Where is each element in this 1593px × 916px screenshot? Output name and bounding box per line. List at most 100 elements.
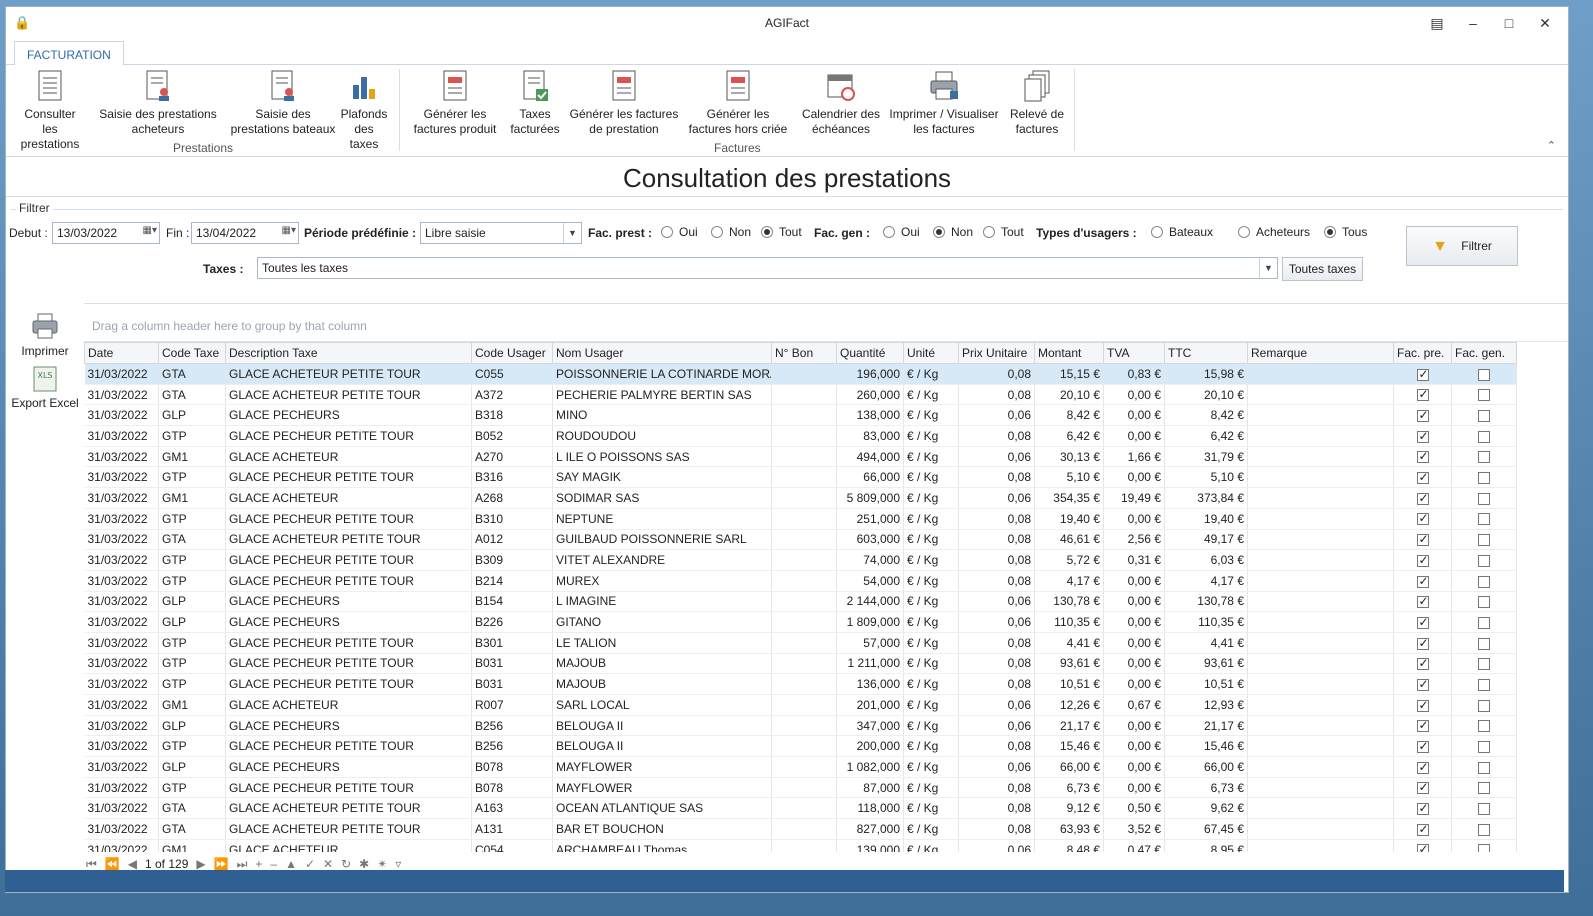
fac-pre-cell[interactable] <box>1393 549 1452 571</box>
tab-facturation[interactable]: FACTURATION <box>14 41 124 66</box>
table-cell[interactable]: 5 809,000 <box>836 487 904 509</box>
table-cell[interactable]: 4,17 € <box>1034 570 1104 592</box>
table-cell[interactable]: A012 <box>471 529 553 551</box>
fac-gen-cell[interactable] <box>1451 508 1517 530</box>
fac-pre-cell[interactable] <box>1393 715 1452 737</box>
table-cell[interactable]: L ILE O POISSONS SAS <box>552 446 772 468</box>
table-cell[interactable] <box>1247 446 1394 468</box>
table-cell[interactable]: € / Kg <box>903 735 959 758</box>
table-cell[interactable]: 0,00 € <box>1103 632 1165 654</box>
checkbox[interactable] <box>1478 554 1490 567</box>
table-cell[interactable]: GM1 <box>158 839 226 852</box>
table-cell[interactable]: 0,47 € <box>1103 839 1165 852</box>
table-cell[interactable]: B078 <box>471 777 553 799</box>
table-cell[interactable]: 20,10 € <box>1034 384 1104 406</box>
fac-pre-cell[interactable] <box>1393 756 1452 778</box>
table-cell[interactable]: 6,03 € <box>1164 549 1248 571</box>
table-cell[interactable]: GTA <box>158 797 226 820</box>
table-cell[interactable]: 4,41 € <box>1034 632 1104 654</box>
table-cell[interactable]: 31/03/2022 <box>84 549 159 571</box>
ribbon-button-10[interactable]: Imprimer / Visualiser les factures <box>886 69 1002 137</box>
table-cell[interactable]: 0,50 € <box>1103 797 1165 820</box>
table-cell[interactable]: 0,00 € <box>1103 384 1165 406</box>
table-cell[interactable]: 15,98 € <box>1164 363 1248 385</box>
table-cell[interactable] <box>1247 466 1394 489</box>
fac-pre-cell[interactable] <box>1393 797 1452 820</box>
table-cell[interactable]: 0,83 € <box>1103 363 1165 385</box>
table-cell[interactable]: 0,06 <box>958 756 1035 778</box>
table-cell[interactable]: GM1 <box>158 446 226 468</box>
fac-prest-non-radio[interactable]: Non <box>711 225 751 239</box>
table-cell[interactable]: 0,06 <box>958 404 1035 427</box>
maximize-button[interactable]: □ <box>1498 13 1520 33</box>
table-cell[interactable]: € / Kg <box>903 694 959 716</box>
fac-prest-tout-radio[interactable]: Tout <box>761 225 802 239</box>
table-cell[interactable]: B256 <box>471 715 553 737</box>
table-row[interactable]: 31/03/2022 GTP GLACE PECHEUR PETITE TOUR B0… <box>84 673 1517 695</box>
table-cell[interactable]: 10,51 € <box>1034 673 1104 695</box>
table-cell[interactable]: GUILBAUD POISSONNERIE SARL <box>552 529 772 551</box>
table-cell[interactable]: GLP <box>158 591 226 613</box>
table-cell[interactable]: GLACE ACHETEUR PETITE TOUR <box>225 384 472 406</box>
fac-gen-cell[interactable] <box>1451 363 1517 385</box>
fac-pre-cell[interactable] <box>1393 653 1452 675</box>
table-cell[interactable] <box>771 735 837 758</box>
table-cell[interactable] <box>1247 818 1394 840</box>
table-cell[interactable]: 5,72 € <box>1034 549 1104 571</box>
table-cell[interactable] <box>771 508 837 530</box>
taxes-select[interactable]: Toutes les taxes ▼ <box>257 257 1278 279</box>
table-cell[interactable] <box>1247 404 1394 427</box>
checkbox[interactable] <box>1416 449 1429 464</box>
fac-pre-cell[interactable] <box>1393 694 1452 716</box>
table-cell[interactable]: 66,00 € <box>1164 756 1248 778</box>
table-cell[interactable] <box>1247 363 1394 385</box>
column-header[interactable]: Description Taxe <box>225 342 472 364</box>
table-cell[interactable]: 0,08 <box>958 384 1035 406</box>
table-cell[interactable]: 31/03/2022 <box>84 611 159 633</box>
table-row[interactable]: 31/03/2022 GM1 GLACE ACHETEUR R007 SARL LOCA… <box>84 694 1517 716</box>
ribbon-button-5[interactable]: Générer les factures produit <box>410 69 500 137</box>
table-cell[interactable]: MUREX <box>552 570 772 592</box>
table-cell[interactable]: € / Kg <box>903 384 959 406</box>
table-cell[interactable] <box>771 818 837 840</box>
checkbox[interactable] <box>1416 718 1429 733</box>
table-cell[interactable]: 93,61 € <box>1034 653 1104 675</box>
column-header[interactable]: TTC <box>1164 342 1248 364</box>
table-cell[interactable] <box>771 570 837 592</box>
table-cell[interactable]: 49,17 € <box>1164 529 1248 551</box>
fac-gen-cell[interactable] <box>1451 632 1517 654</box>
table-cell[interactable]: 30,13 € <box>1034 446 1104 468</box>
table-cell[interactable]: 0,08 <box>958 632 1035 654</box>
table-cell[interactable] <box>771 404 837 427</box>
checkbox[interactable] <box>1478 658 1490 671</box>
table-cell[interactable] <box>771 653 837 675</box>
table-cell[interactable]: 66,00 € <box>1034 756 1104 778</box>
table-cell[interactable] <box>771 611 837 633</box>
table-cell[interactable]: € / Kg <box>903 549 959 571</box>
filter-icon[interactable]: ▿ <box>395 857 401 871</box>
table-cell[interactable]: B301 <box>471 632 553 654</box>
fac-gen-cell[interactable] <box>1451 715 1517 737</box>
table-cell[interactable]: GLACE ACHETEUR PETITE TOUR <box>225 529 472 551</box>
fac-gen-cell[interactable] <box>1451 694 1517 716</box>
table-cell[interactable]: 130,78 € <box>1034 591 1104 613</box>
fac-gen-cell[interactable] <box>1451 611 1517 633</box>
fin-date-input[interactable]: 13/04/2022 ▦▾ <box>191 222 299 244</box>
table-cell[interactable]: 87,000 <box>836 777 904 799</box>
table-cell[interactable] <box>771 694 837 716</box>
debut-date-input[interactable]: 13/03/2022 ▦▾ <box>52 222 160 244</box>
checkbox[interactable] <box>1478 368 1490 381</box>
table-cell[interactable]: 0,00 € <box>1103 715 1165 737</box>
column-header[interactable]: Unité <box>903 342 959 364</box>
table-cell[interactable]: GLACE PECHEUR PETITE TOUR <box>225 508 472 530</box>
table-cell[interactable]: GLP <box>158 756 226 778</box>
table-cell[interactable]: GLACE ACHETEUR <box>225 446 472 468</box>
column-header[interactable]: Nom Usager <box>552 342 772 364</box>
table-cell[interactable]: 4,41 € <box>1164 632 1248 654</box>
table-cell[interactable]: SAY MAGIK <box>552 466 772 489</box>
fac-gen-cell[interactable] <box>1451 673 1517 695</box>
table-cell[interactable]: 31/03/2022 <box>84 384 159 406</box>
table-cell[interactable]: 15,46 € <box>1034 735 1104 758</box>
table-cell[interactable]: 0,00 € <box>1103 508 1165 530</box>
table-cell[interactable]: € / Kg <box>903 715 959 737</box>
